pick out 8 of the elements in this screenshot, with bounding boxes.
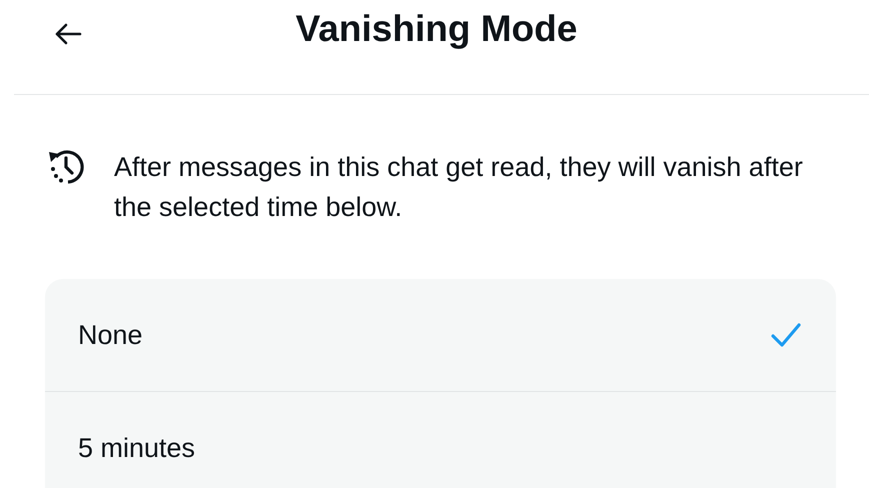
info-text: After messages in this chat get read, they will vanish after the selected time below. (114, 151, 804, 224)
checkmark-icon (770, 321, 802, 349)
page-title: Vanishing Mode (296, 8, 578, 50)
option-label: None (78, 320, 143, 350)
back-arrow-icon (54, 22, 82, 46)
option-row[interactable]: None (45, 279, 836, 392)
option-row[interactable]: 5 minutes (45, 392, 836, 488)
option-label: 5 minutes (78, 432, 196, 464)
